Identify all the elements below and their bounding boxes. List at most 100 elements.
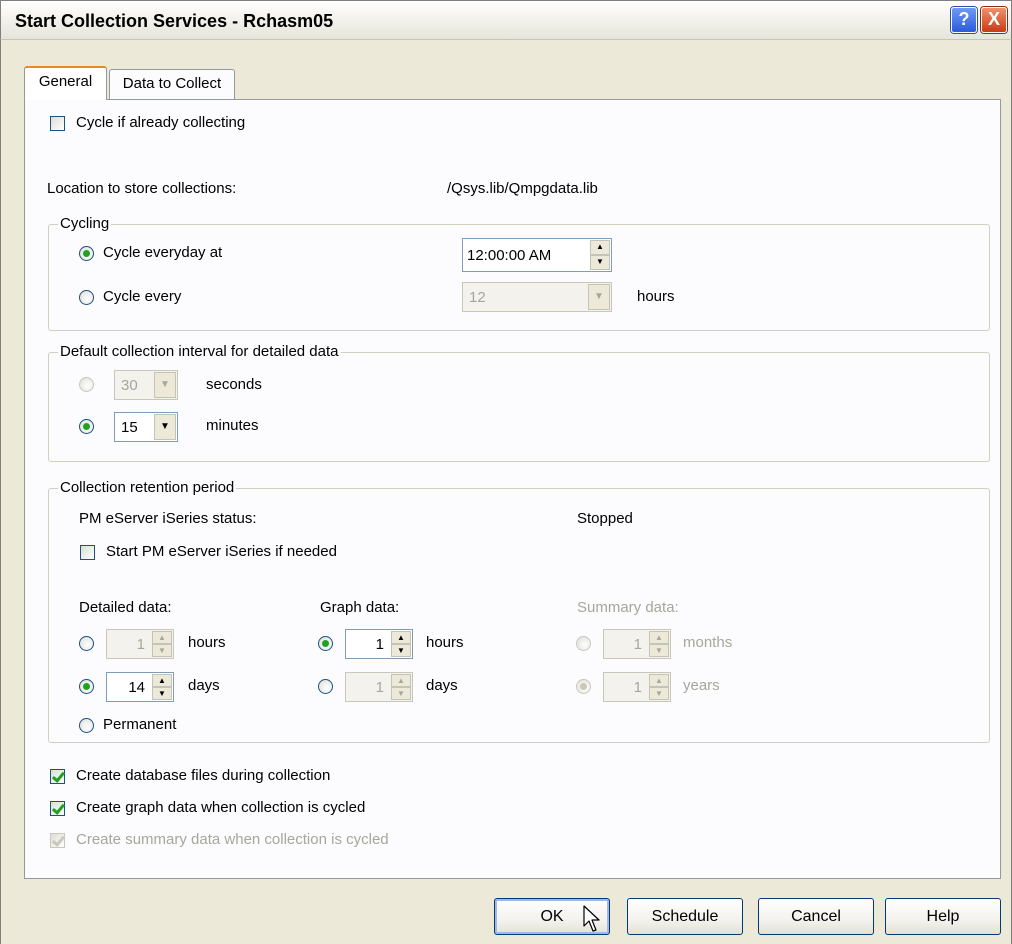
start-pm-label: Start PM eServer iSeries if needed	[106, 543, 337, 560]
window-frame-left	[0, 40, 4, 944]
summary-data-label: Summary data:	[577, 599, 679, 616]
detailed-hours-radio[interactable]	[79, 636, 94, 651]
detailed-data-label: Detailed data:	[79, 599, 172, 616]
interval-group-label: Default collection interval for detailed…	[58, 343, 341, 361]
graph-days-value: 1	[375, 679, 384, 696]
help-button[interactable]: Help	[885, 898, 1001, 935]
graph-days-spinner[interactable]: 1 ▲ ▼	[345, 672, 413, 702]
detailed-days-unit: days	[188, 677, 220, 694]
graph-days-unit: days	[426, 677, 458, 694]
summary-years-spinner: 1 ▲ ▼	[603, 672, 671, 702]
close-icon: X	[987, 9, 1000, 29]
detailed-hours-unit: hours	[188, 634, 226, 651]
cycle-every-label: Cycle every	[103, 288, 182, 305]
cycle-everyday-radio[interactable]	[79, 246, 94, 261]
chevron-down-icon: ▼	[588, 284, 610, 310]
spin-down-icon[interactable]: ▼	[391, 644, 411, 657]
help-title-button[interactable]: ?	[951, 7, 977, 33]
graph-days-radio[interactable]	[318, 679, 333, 694]
create-db-label: Create database files during collection	[76, 767, 331, 784]
cycle-every-radio[interactable]	[79, 290, 94, 305]
interval-minutes-value: 15	[121, 419, 138, 436]
spin-down-icon[interactable]: ▼	[391, 687, 411, 700]
cycle-every-dropdown[interactable]: 12 ▼	[462, 282, 612, 312]
summary-months-spinner: 1 ▲ ▼	[603, 629, 671, 659]
graph-hours-radio[interactable]	[318, 636, 333, 651]
location-label: Location to store collections:	[47, 180, 237, 197]
spin-up-icon[interactable]: ▲	[391, 631, 411, 644]
cycling-group-label: Cycling	[58, 215, 112, 233]
pm-status-label: PM eServer iSeries status:	[79, 510, 257, 527]
cycle-if-collecting-label: Cycle if already collecting	[76, 114, 246, 131]
create-graph-checkbox[interactable]	[50, 801, 65, 816]
interval-seconds-unit: seconds	[206, 376, 262, 393]
location-value: /Qsys.lib/Qmpgdata.lib	[447, 180, 598, 197]
window-title: Start Collection Services - Rchasm05	[15, 11, 334, 31]
spin-up-icon[interactable]: ▲	[391, 674, 411, 687]
interval-minutes-dropdown[interactable]: 15 ▼	[114, 412, 178, 442]
interval-group	[48, 352, 990, 462]
create-graph-label: Create graph data when collection is cyc…	[76, 799, 366, 816]
spin-up-icon: ▲	[649, 674, 669, 687]
ok-button-label: OK	[540, 908, 564, 925]
cycle-every-unit: hours	[637, 288, 675, 305]
spin-up-icon[interactable]: ▲	[590, 240, 610, 255]
summary-months-value: 1	[633, 636, 642, 653]
detailed-permanent-radio[interactable]	[79, 718, 94, 733]
cycle-if-collecting-checkbox[interactable]	[50, 116, 65, 131]
graph-hours-unit: hours	[426, 634, 464, 651]
graph-hours-value: 1	[375, 636, 384, 653]
detailed-days-value: 14	[128, 679, 145, 696]
interval-seconds-value: 30	[121, 377, 138, 394]
summary-months-unit: months	[683, 634, 733, 651]
close-button[interactable]: X	[981, 7, 1007, 33]
spin-down-icon[interactable]: ▼	[590, 255, 610, 270]
interval-minutes-radio[interactable]	[79, 419, 94, 434]
cycle-time-spinner[interactable]: 12:00:00 AM ▲ ▼	[462, 238, 612, 272]
schedule-button[interactable]: Schedule	[627, 898, 743, 935]
window-frame-right	[1008, 40, 1012, 944]
tab-general-label: General	[38, 73, 93, 90]
question-icon: ?	[958, 9, 970, 29]
detailed-hours-spinner[interactable]: 1 ▲ ▼	[106, 629, 174, 659]
cancel-button[interactable]: Cancel	[758, 898, 874, 935]
cycle-every-value: 12	[469, 289, 486, 306]
spin-up-icon: ▲	[649, 631, 669, 644]
interval-minutes-unit: minutes	[206, 417, 259, 434]
summary-years-radio	[576, 679, 591, 694]
summary-years-unit: years	[683, 677, 720, 694]
spin-up-icon[interactable]: ▲	[152, 631, 172, 644]
detailed-permanent-label: Permanent	[103, 716, 177, 733]
tab-data-to-collect[interactable]: Data to Collect	[109, 69, 235, 99]
cycle-everyday-label: Cycle everyday at	[103, 244, 223, 261]
create-summary-checkbox	[50, 833, 65, 848]
graph-data-label: Graph data:	[320, 599, 400, 616]
summary-months-radio	[576, 636, 591, 651]
help-button-label: Help	[926, 908, 960, 925]
detailed-days-spinner[interactable]: 14 ▲ ▼	[106, 672, 174, 702]
cancel-button-label: Cancel	[791, 908, 841, 925]
pm-status-value: Stopped	[577, 510, 633, 527]
graph-hours-spinner[interactable]: 1 ▲ ▼	[345, 629, 413, 659]
schedule-button-label: Schedule	[651, 908, 719, 925]
create-db-checkbox[interactable]	[50, 769, 65, 784]
spin-down-icon: ▼	[649, 644, 669, 657]
chevron-down-icon: ▼	[154, 372, 176, 398]
start-pm-checkbox[interactable]	[80, 545, 95, 560]
tab-general[interactable]: General	[24, 66, 107, 100]
detailed-days-radio[interactable]	[79, 679, 94, 694]
retention-group-label: Collection retention period	[58, 479, 237, 497]
summary-years-value: 1	[633, 679, 642, 696]
spin-down-icon: ▼	[649, 687, 669, 700]
create-summary-label: Create summary data when collection is c…	[76, 831, 389, 848]
tab-data-to-collect-label: Data to Collect	[122, 75, 222, 92]
spin-down-icon[interactable]: ▼	[152, 687, 172, 700]
interval-seconds-radio[interactable]	[79, 377, 94, 392]
cycle-time-value: 12:00:00 AM	[467, 247, 552, 264]
mouse-pointer-icon	[583, 905, 600, 932]
spin-up-icon[interactable]: ▲	[152, 674, 172, 687]
interval-seconds-dropdown[interactable]: 30 ▼	[114, 370, 178, 400]
spin-down-icon[interactable]: ▼	[152, 644, 172, 657]
title-bar: Start Collection Services - Rchasm05 ? X	[0, 0, 1012, 40]
detailed-hours-value: 1	[136, 636, 145, 653]
